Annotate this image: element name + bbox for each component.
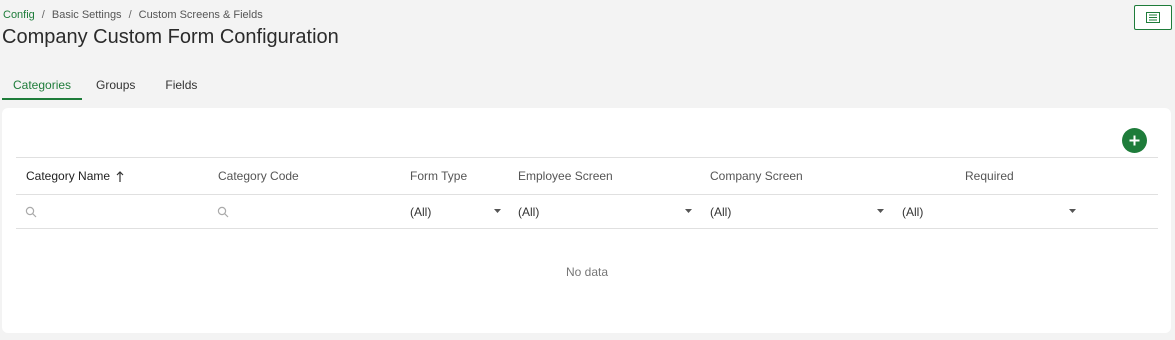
column-header-label: Category Name [26,169,111,183]
breadcrumb-item-custom-screens: Custom Screens & Fields [138,9,263,21]
caret-down-icon [1069,209,1076,213]
breadcrumb-separator: / [41,9,45,21]
empty-state-text: No data [565,265,609,279]
grid-filter-row: (All) (All) (All) (All) [16,195,1158,229]
search-icon [217,206,229,217]
select-value: (All) [410,204,432,219]
categories-grid: Category Name Category Code Form Type Em… [16,157,1158,279]
category-code-filter-input[interactable] [217,195,402,228]
select-value: (All) [518,204,540,219]
tab-bar: Categories Groups Fields [2,70,208,100]
form-type-filter-select[interactable]: (All) [410,195,504,228]
view-toggle-button[interactable] [1134,5,1172,30]
column-header-form-type[interactable]: Form Type [410,169,467,183]
plus-icon [1129,135,1140,146]
column-header-label: Employee Screen [518,169,613,183]
breadcrumb: Config / Basic Settings / Custom Screens… [3,9,263,21]
column-header-label: Category Code [218,169,299,183]
caret-down-icon [685,209,692,213]
page-title: Company Custom Form Configuration [2,26,339,48]
breadcrumb-separator: / [128,9,132,21]
caret-down-icon [877,209,884,213]
arrow-up-icon [116,170,124,182]
caret-down-icon [494,209,501,213]
column-header-label: Company Screen [710,169,803,183]
tab-categories[interactable]: Categories [2,70,83,100]
column-header-label: Form Type [410,169,468,183]
column-header-category-code[interactable]: Category Code [218,169,299,183]
company-screen-filter-select[interactable]: (All) [710,195,894,228]
column-header-company-screen[interactable]: Company Screen [710,169,803,183]
select-value: (All) [710,204,732,219]
breadcrumb-item-config[interactable]: Config [3,9,35,21]
tab-groups[interactable]: Groups [82,70,150,100]
search-icon [25,206,37,217]
employee-screen-filter-select[interactable]: (All) [518,195,702,228]
column-header-required[interactable]: Required [965,169,1014,183]
column-header-category-name[interactable]: Category Name [26,169,124,183]
column-header-label: Required [965,169,1014,183]
required-filter-select[interactable]: (All) [902,195,1082,228]
categories-panel: Category Name Category Code Form Type Em… [2,108,1171,333]
tab-fields[interactable]: Fields [150,70,208,100]
breadcrumb-item-basic-settings[interactable]: Basic Settings [52,9,122,21]
select-value: (All) [902,204,924,219]
list-view-icon [1146,12,1160,23]
grid-header-row: Category Name Category Code Form Type Em… [16,157,1158,195]
column-header-employee-screen[interactable]: Employee Screen [518,169,613,183]
category-name-filter-input[interactable] [25,195,210,228]
add-category-button[interactable] [1122,128,1147,153]
